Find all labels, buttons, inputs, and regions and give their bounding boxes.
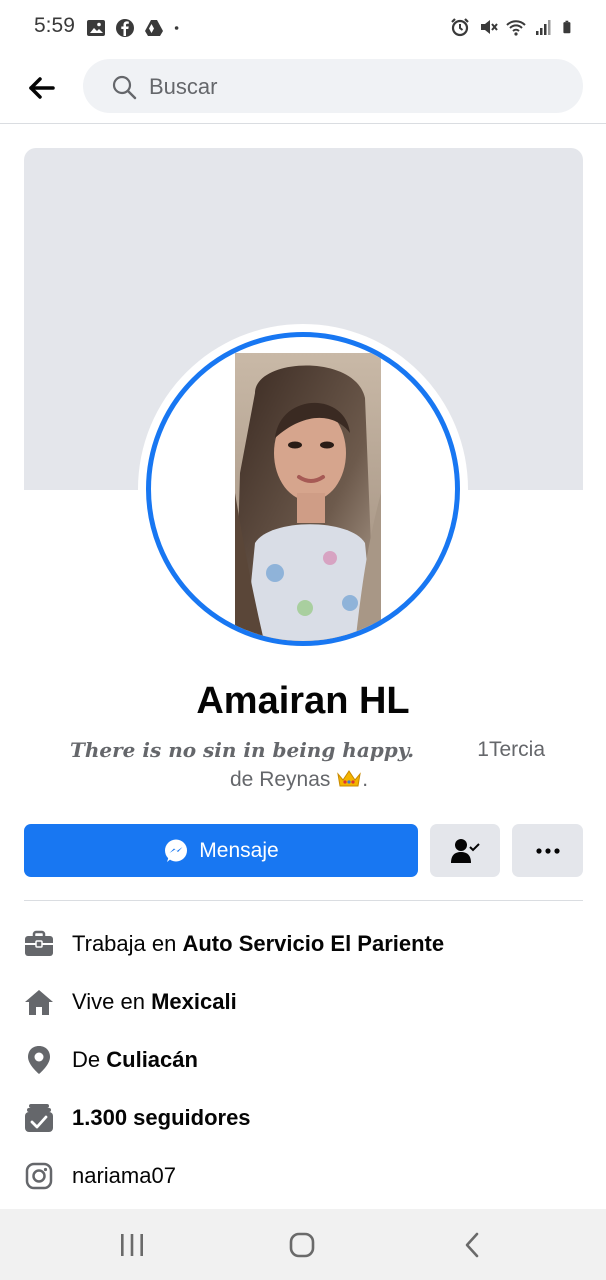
friends-check-icon: [451, 838, 480, 863]
crown-icon: [337, 770, 362, 787]
wifi-icon: [506, 20, 526, 36]
avatar-ring: [146, 332, 460, 646]
followers-icon: [24, 1103, 54, 1133]
status-time: 5:59: [34, 14, 75, 37]
detail-value: Mexicali: [151, 989, 237, 1014]
more-icon: [535, 847, 560, 854]
home-nav-icon: [289, 1232, 315, 1258]
alarm-icon: [451, 18, 469, 37]
search-placeholder: Buscar: [149, 74, 218, 99]
detail-work-text: Trabaja en Auto Servicio El Pariente: [72, 931, 444, 957]
detail-instagram-text: nariama07: [72, 1163, 176, 1189]
message-button[interactable]: Mensaje: [24, 824, 418, 877]
recents-icon: [121, 1234, 143, 1256]
back-nav-button[interactable]: [454, 1227, 490, 1263]
status-left-icons: [86, 18, 185, 38]
instagram-icon: [24, 1161, 54, 1191]
detail-value: Culiacán: [106, 1047, 198, 1072]
search-icon: [112, 75, 137, 100]
bio-line-2-text: de Reynas: [230, 768, 331, 791]
profile-bio: There is no sin in being happy. 1Tercia …: [40, 736, 566, 796]
gallery-icon: [87, 20, 105, 36]
detail-prefix: nariama07: [72, 1163, 176, 1188]
location-icon: [24, 1045, 54, 1075]
bio-quote: There is no sin in being happy.: [70, 738, 415, 762]
profile-details: Trabaja en Auto Servicio El Pariente Viv…: [24, 915, 583, 1205]
arrow-left-icon: [29, 77, 55, 99]
status-bar: 5:59: [0, 0, 606, 56]
detail-prefix: Vive en: [72, 989, 152, 1014]
home-icon: [24, 987, 54, 1017]
battery-icon: [563, 20, 571, 34]
detail-value: 1.300 seguidores: [72, 1105, 251, 1130]
avatar[interactable]: [138, 324, 468, 654]
detail-work[interactable]: Trabaja en Auto Servicio El Pariente: [24, 915, 583, 973]
detail-prefix: Trabaja en: [72, 931, 183, 956]
bio-line-2: de Reynas .: [230, 768, 368, 792]
facebook-icon: [116, 19, 134, 37]
bio-end: .: [362, 768, 369, 791]
detail-from-text: De Culiacán: [72, 1047, 198, 1073]
detail-lives[interactable]: Vive en Mexicali: [24, 973, 583, 1031]
back-button[interactable]: [22, 70, 62, 106]
detail-from[interactable]: De Culiacán: [24, 1031, 583, 1089]
back-nav-icon: [465, 1232, 479, 1258]
message-button-label: Mensaje: [199, 838, 279, 862]
profile-photo: [235, 353, 381, 641]
recents-button[interactable]: [114, 1227, 150, 1263]
profile-name: Amairan HL: [196, 680, 410, 722]
divider: [24, 900, 583, 901]
bio-tag: 1Tercia: [477, 738, 545, 761]
briefcase-icon: [24, 929, 54, 959]
detail-followers[interactable]: 1.300 seguidores: [24, 1089, 583, 1147]
drive-icon: [145, 20, 163, 36]
top-bar: Buscar: [0, 56, 606, 124]
more-button[interactable]: [512, 824, 583, 877]
mute-icon: [481, 20, 498, 34]
home-button[interactable]: [284, 1227, 320, 1263]
friends-button[interactable]: [430, 824, 500, 877]
detail-lives-text: Vive en Mexicali: [72, 989, 237, 1015]
dot-icon: [174, 26, 179, 30]
detail-followers-text: 1.300 seguidores: [72, 1105, 251, 1131]
search-input[interactable]: Buscar: [83, 59, 583, 113]
system-nav-bar: [0, 1209, 606, 1280]
messenger-icon: [165, 839, 188, 862]
detail-value: Auto Servicio El Pariente: [182, 931, 445, 956]
status-right-icons: [450, 17, 576, 37]
detail-prefix: De: [72, 1047, 107, 1072]
signal-icon: [536, 20, 551, 35]
detail-instagram[interactable]: nariama07: [24, 1147, 583, 1205]
